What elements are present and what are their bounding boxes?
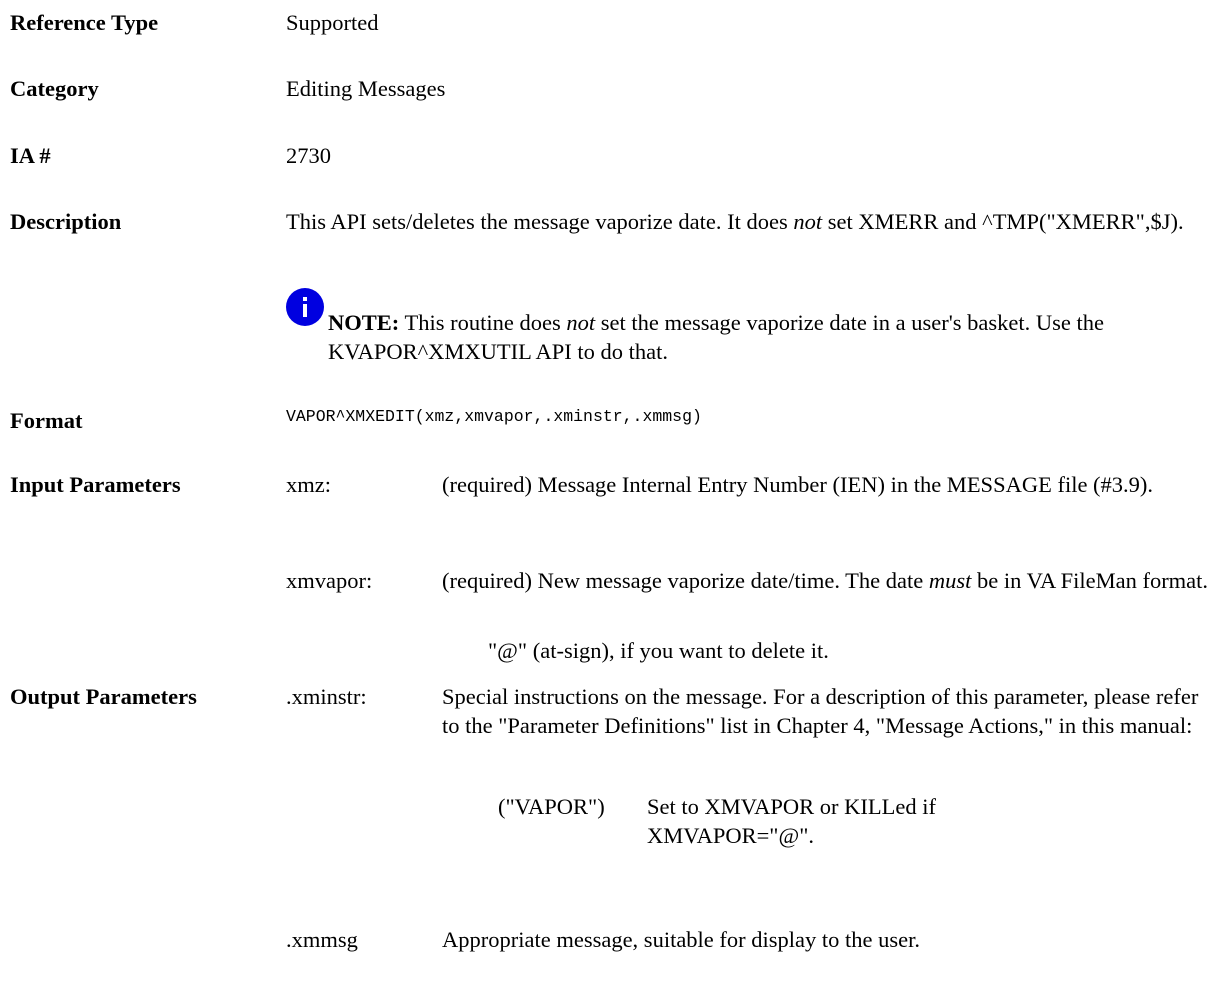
description-text: This API sets/deletes the message vapori… [286, 209, 1184, 234]
param-desc-xmz: (required) Message Internal Entry Number… [442, 472, 1154, 497]
param-desc-xmmsg: Appropriate message, suitable for displa… [442, 927, 921, 952]
output-parameters-label: Output Parameters [10, 684, 197, 709]
param-desc-xminstr: Special instructions on the message. For… [442, 684, 1199, 738]
note-label: NOTE: [328, 310, 400, 335]
sub-key-vapor: ("VAPOR") [498, 794, 605, 819]
format-value: VAPOR^XMXEDIT(xmz,xmvapor,.xminstr,.xmms… [286, 407, 702, 426]
format-label: Format [10, 408, 83, 433]
reference-type-value: Supported [286, 10, 379, 35]
param-name-xmvapor: xmvapor: [286, 568, 373, 593]
category-label: Category [10, 76, 99, 101]
param-desc-xmvapor: (required) New message vaporize date/tim… [442, 568, 1209, 593]
ia-label: IA # [10, 143, 51, 168]
info-icon [286, 288, 324, 326]
param-name-xmmsg: .xmmsg [286, 927, 358, 952]
reference-type-label: Reference Type [10, 10, 159, 35]
note-text: NOTE: This routine does not set the mess… [328, 310, 1104, 364]
ia-value: 2730 [286, 143, 331, 168]
input-parameters-label: Input Parameters [10, 472, 181, 497]
sub-value-vapor: Set to XMVAPOR or KILLed if XMVAPOR="@". [647, 794, 936, 848]
param-extra-xmvapor: "@" (at-sign), if you want to delete it. [488, 638, 829, 663]
param-name-xminstr: .xminstr: [286, 684, 367, 709]
description-label: Description [10, 209, 122, 234]
param-name-xmz: xmz: [286, 472, 331, 497]
category-value: Editing Messages [286, 76, 446, 101]
note-block: NOTE: This routine does not set the mess… [10, 282, 1210, 372]
